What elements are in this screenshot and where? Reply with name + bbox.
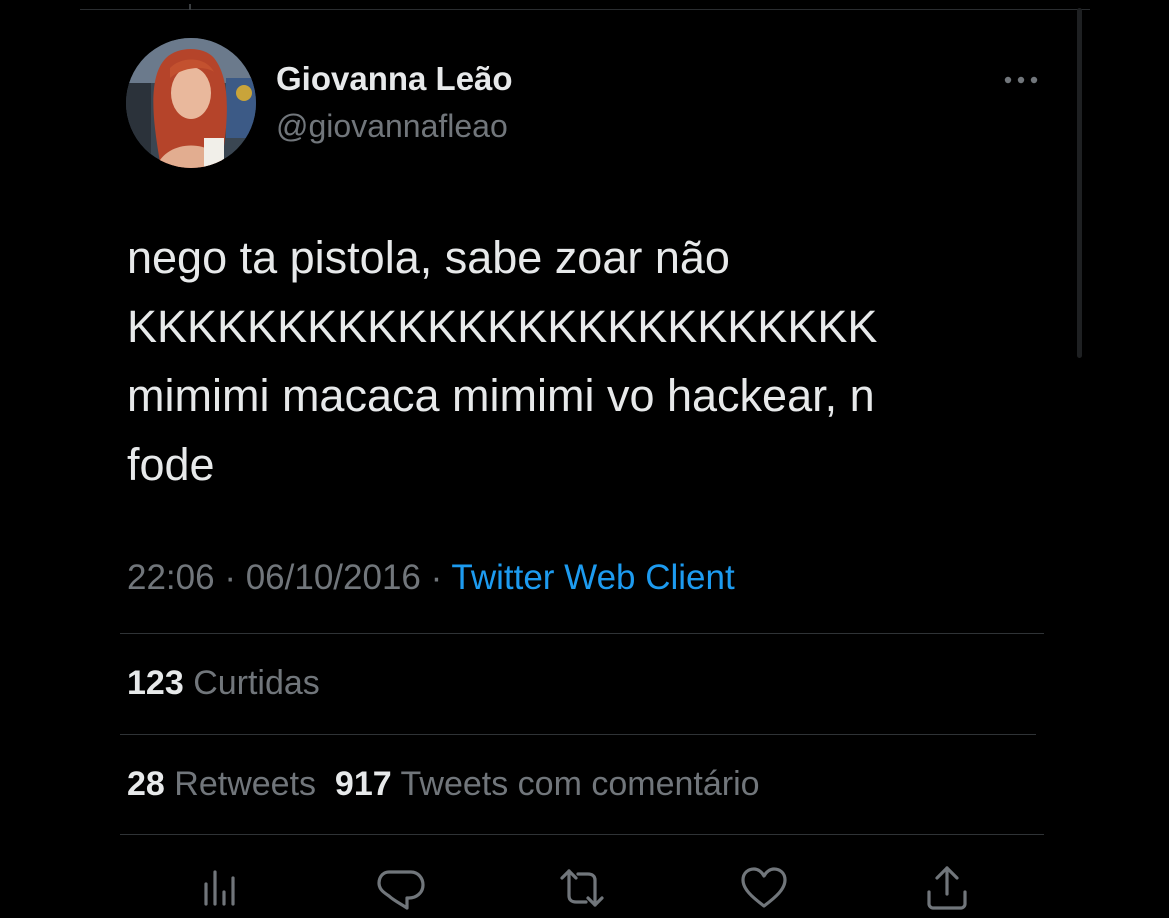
tweet-metadata: 22:06 · 06/10/2016 · Twitter Web Client (127, 558, 735, 598)
author-name[interactable]: Giovanna Leão (276, 60, 513, 98)
quotes-count: 917 (334, 765, 392, 803)
retweet-quote-stats: 28 Retweets 917 Tweets com comentário (127, 765, 760, 804)
likes-count: 123 (127, 664, 184, 702)
more-horizontal-icon[interactable] (1000, 70, 1042, 90)
tweet-date[interactable]: 06/10/2016 (246, 558, 421, 597)
analytics-icon[interactable] (194, 862, 246, 914)
scrollbar[interactable] (1077, 8, 1082, 358)
tweet-time[interactable]: 22:06 (127, 558, 215, 597)
retweet-icon[interactable] (556, 862, 608, 914)
meta-separator: · (430, 558, 443, 597)
likes-stat[interactable]: 123 Curtidas (127, 664, 320, 703)
tweet-source-link[interactable]: Twitter Web Client (451, 558, 734, 597)
avatar[interactable] (126, 38, 256, 168)
retweets-label: Retweets (174, 765, 317, 803)
top-tick-mark (189, 4, 191, 10)
quotes-label: Tweets com comentário (400, 765, 760, 803)
divider (120, 834, 1044, 835)
divider (120, 734, 1036, 735)
share-icon[interactable] (921, 862, 973, 914)
divider (120, 633, 1044, 634)
quotes-stat[interactable]: 917 Tweets com comentário (335, 765, 760, 803)
likes-label: Curtidas (193, 664, 320, 702)
meta-separator: · (224, 558, 236, 597)
heart-icon[interactable] (738, 862, 790, 914)
retweets-stat[interactable]: 28 Retweets (127, 765, 316, 803)
author-handle[interactable]: @giovannafleao (276, 108, 508, 145)
avatar-photo (126, 38, 256, 168)
top-divider (80, 9, 1090, 10)
tweet-text: nego ta pistola, sabe zoar não KKKKKKKKK… (127, 232, 878, 490)
reply-icon[interactable] (375, 862, 427, 914)
retweets-count: 28 (127, 765, 165, 803)
